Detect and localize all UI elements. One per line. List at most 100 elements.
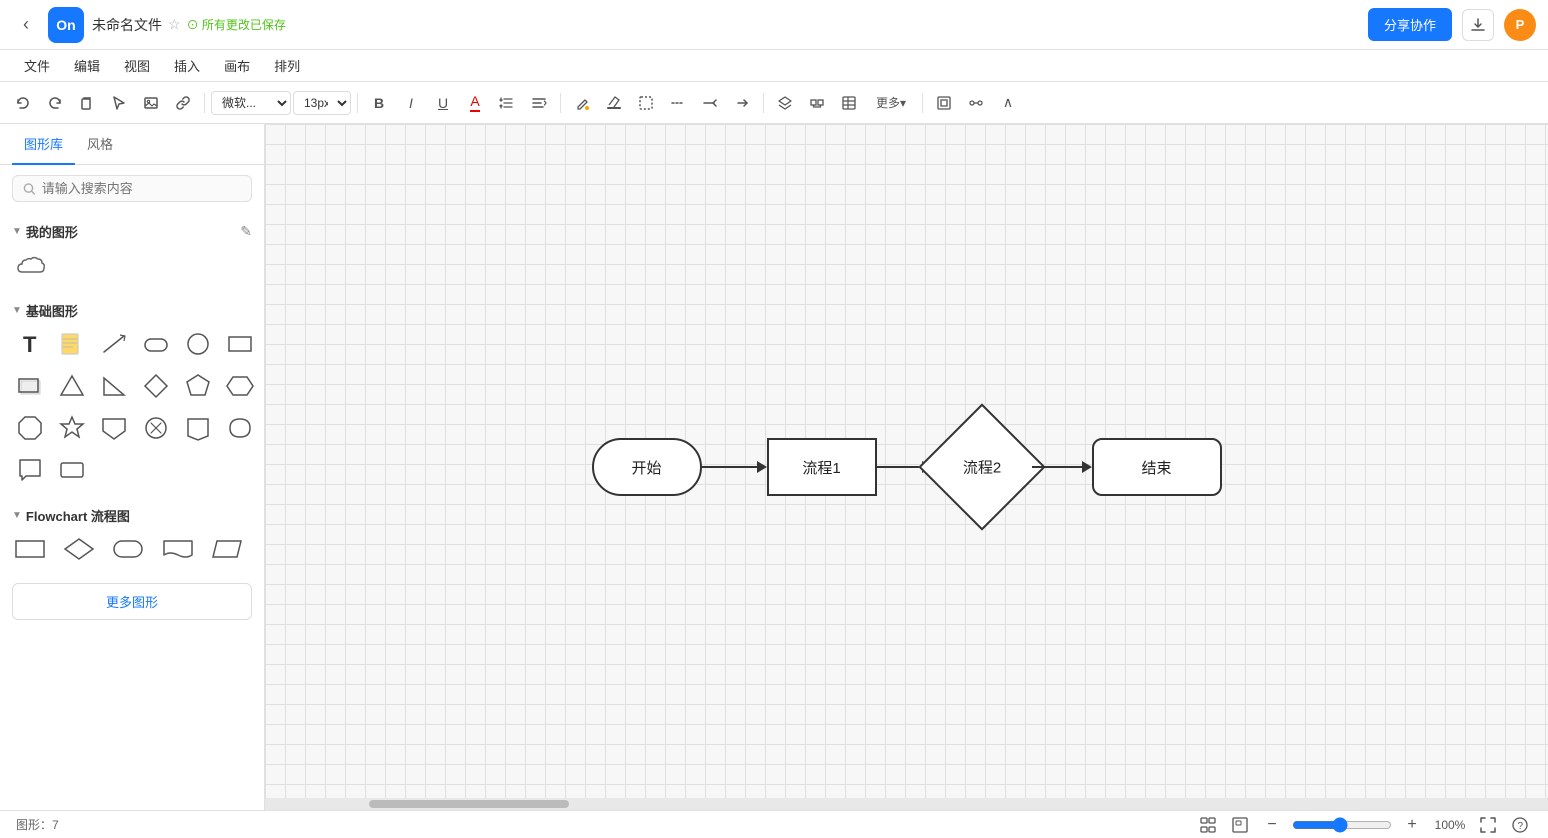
fill-color-button[interactable]: [567, 88, 597, 118]
zoom-slider[interactable]: [1292, 817, 1392, 833]
connection-button[interactable]: [961, 88, 991, 118]
arrow-start-button[interactable]: [695, 88, 725, 118]
font-color-button[interactable]: A: [460, 88, 490, 118]
undo-button[interactable]: [8, 88, 38, 118]
border-button[interactable]: [631, 88, 661, 118]
shape-circle[interactable]: [180, 326, 216, 362]
layer-button[interactable]: [770, 88, 800, 118]
node-start[interactable]: 开始: [592, 438, 702, 496]
node-start-shape[interactable]: 开始: [592, 438, 702, 496]
edit-my-shapes-icon[interactable]: ✎: [240, 223, 252, 240]
shape-note[interactable]: [54, 326, 90, 362]
italic-button[interactable]: I: [396, 88, 426, 118]
shape-speech-bubble[interactable]: [12, 452, 48, 488]
shape-text[interactable]: T: [12, 326, 48, 362]
toolbar: 微软... 13px B I U A 更多▾: [0, 82, 1548, 124]
canvas-area[interactable]: 开始 流程1: [265, 124, 1548, 810]
link-button[interactable]: [168, 88, 198, 118]
help-button[interactable]: ?: [1508, 813, 1532, 837]
align-button[interactable]: [524, 88, 554, 118]
basic-shapes-arrow: ▼: [12, 305, 22, 316]
shape-hexagon[interactable]: [222, 368, 258, 404]
scrollbar-thumb[interactable]: [369, 800, 569, 808]
shape-diamond[interactable]: [138, 368, 174, 404]
node-process1-shape[interactable]: 流程1: [767, 438, 877, 496]
shape-rect[interactable]: [222, 326, 258, 362]
arrow-end-button[interactable]: [727, 88, 757, 118]
menu-view[interactable]: 视图: [114, 52, 160, 79]
node-process2-shape[interactable]: 流程2: [918, 403, 1045, 530]
shape-line[interactable]: [96, 326, 132, 362]
menu-edit[interactable]: 编辑: [64, 52, 110, 79]
flowchart-section-header[interactable]: ▼ Flowchart 流程图: [12, 496, 252, 531]
menu-canvas[interactable]: 画布: [214, 52, 260, 79]
fit-page-button[interactable]: [1196, 813, 1220, 837]
fc-rounded[interactable]: [110, 531, 146, 567]
fc-diamond[interactable]: [61, 531, 97, 567]
canvas-scrollbar[interactable]: [265, 798, 1548, 810]
menu-arrange[interactable]: 排列: [264, 52, 310, 79]
fc-doc[interactable]: [160, 531, 196, 567]
shape-shield[interactable]: [96, 410, 132, 446]
line-height-button[interactable]: [492, 88, 522, 118]
group-button[interactable]: [802, 88, 832, 118]
back-button[interactable]: ‹: [12, 11, 40, 39]
shape-right-triangle[interactable]: [96, 368, 132, 404]
select-button[interactable]: [104, 88, 134, 118]
menu-file[interactable]: 文件: [14, 52, 60, 79]
node-process2[interactable]: 流程2: [932, 417, 1032, 517]
clipboard-button[interactable]: [72, 88, 102, 118]
shape-star[interactable]: [54, 410, 90, 446]
fc-parallelogram[interactable]: [209, 531, 245, 567]
shape-frame-rect[interactable]: [54, 452, 90, 488]
share-button[interactable]: 分享协作: [1368, 8, 1452, 41]
canvas-content: 开始 流程1: [265, 124, 1548, 810]
image-button[interactable]: [136, 88, 166, 118]
node-end[interactable]: 结束: [1092, 438, 1222, 496]
shape-rect-shadow[interactable]: [12, 368, 48, 404]
font-size-selector[interactable]: 13px: [293, 91, 351, 115]
menu-insert[interactable]: 插入: [164, 52, 210, 79]
basic-shapes-section-header[interactable]: ▼ 基础图形: [12, 291, 252, 326]
shape-irregular-pentagon[interactable]: [180, 410, 216, 446]
stroke-color-button[interactable]: [599, 88, 629, 118]
svg-text:T: T: [23, 332, 37, 357]
more-shapes-button[interactable]: 更多图形: [12, 583, 252, 620]
font-selector[interactable]: 微软...: [211, 91, 291, 115]
more-button[interactable]: 更多▾: [866, 88, 916, 118]
zoom-in-button[interactable]: +: [1400, 813, 1424, 837]
bold-button[interactable]: B: [364, 88, 394, 118]
my-shapes-section-header[interactable]: ▼ 我的图形 ✎: [12, 212, 252, 247]
redo-button[interactable]: [40, 88, 70, 118]
search-input[interactable]: [42, 181, 241, 196]
star-icon[interactable]: ☆: [168, 16, 181, 33]
shape-pentagon[interactable]: [180, 368, 216, 404]
search-input-wrap[interactable]: [12, 175, 252, 202]
node-end-shape[interactable]: 结束: [1092, 438, 1222, 496]
shape-cloud[interactable]: [12, 247, 48, 283]
download-button[interactable]: [1462, 9, 1494, 41]
shape-octagon[interactable]: [12, 410, 48, 446]
tab-style[interactable]: 风格: [75, 124, 125, 165]
minimap-button[interactable]: [1228, 813, 1252, 837]
collapse-button[interactable]: ∧: [993, 88, 1023, 118]
shape-rounded-frame[interactable]: [222, 410, 258, 446]
arrow-3: [1032, 461, 1092, 473]
flowchart-arrow: ▼: [12, 510, 22, 521]
zoom-out-button[interactable]: −: [1260, 813, 1284, 837]
fit-view-button[interactable]: [929, 88, 959, 118]
tab-shapes-library[interactable]: 图形库: [12, 124, 75, 165]
shape-cross-circle[interactable]: [138, 410, 174, 446]
shape-rounded-rect-small[interactable]: [138, 326, 174, 362]
shape-triangle[interactable]: [54, 368, 90, 404]
status-icons: − + 100% ?: [1196, 813, 1532, 837]
save-status: ⊙ 所有更改已保存: [187, 16, 286, 33]
underline-button[interactable]: U: [428, 88, 458, 118]
app-logo: On: [48, 7, 84, 43]
fc-rect[interactable]: [12, 531, 48, 567]
fullscreen-button[interactable]: [1476, 813, 1500, 837]
node-process1[interactable]: 流程1: [767, 438, 877, 496]
user-avatar[interactable]: P: [1504, 9, 1536, 41]
table-button[interactable]: [834, 88, 864, 118]
dash-button[interactable]: [663, 88, 693, 118]
